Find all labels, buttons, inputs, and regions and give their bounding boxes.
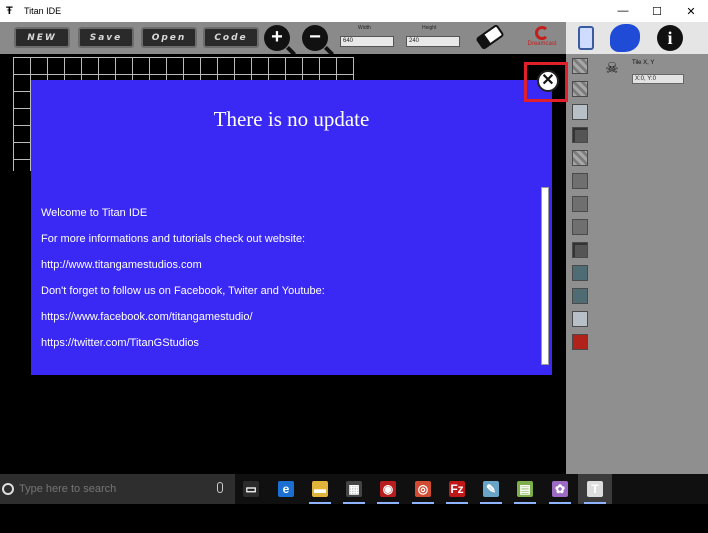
taskbar-red-app-button[interactable]: ◉ bbox=[371, 474, 405, 504]
taskbar-edge-button[interactable]: e bbox=[269, 474, 303, 504]
notepad-app-icon: ▤ bbox=[517, 481, 533, 497]
dialog-scrollbar[interactable] bbox=[541, 187, 549, 365]
new-button[interactable]: NEW bbox=[14, 27, 70, 48]
palette-tile[interactable] bbox=[572, 242, 588, 258]
palette-tile[interactable] bbox=[572, 288, 588, 304]
palette-tile[interactable] bbox=[572, 219, 588, 235]
zoom-in-icon[interactable]: + bbox=[264, 25, 290, 51]
titan-ide-icon: T bbox=[587, 481, 603, 497]
height-label: Height bbox=[422, 25, 437, 31]
cortana-icon[interactable] bbox=[2, 483, 14, 495]
eraser-icon[interactable] bbox=[474, 24, 506, 50]
save-button[interactable]: Save bbox=[78, 27, 134, 48]
palette-tile[interactable] bbox=[572, 311, 588, 327]
website-link[interactable]: http://www.titangamestudios.com bbox=[41, 252, 325, 278]
handheld-icon[interactable] bbox=[578, 26, 594, 50]
palette-tile[interactable] bbox=[572, 81, 588, 97]
open-button[interactable]: Open bbox=[141, 27, 197, 48]
tile-xy-value: X:0, Y:0 bbox=[632, 74, 684, 84]
title-bar: Ŧ Titan IDE — ☐ ✕ bbox=[0, 0, 708, 22]
close-window-button[interactable]: ✕ bbox=[674, 0, 708, 22]
taskbar-titan-ide-button[interactable]: T bbox=[578, 474, 612, 504]
twitter-link[interactable]: https://twitter.com/TitanGStudios bbox=[41, 330, 325, 356]
dialog-title: There is no update bbox=[213, 107, 370, 131]
palette-tile[interactable] bbox=[572, 334, 588, 350]
taskbar-filezilla-button[interactable]: Fz bbox=[440, 474, 474, 504]
taskbar-paint-app-button[interactable]: ✿ bbox=[543, 474, 577, 504]
palette-tile[interactable] bbox=[572, 127, 588, 143]
main-toolbar: NEW Save Open Code + − Width 640 Height … bbox=[0, 22, 566, 54]
palette-tile[interactable] bbox=[572, 58, 588, 74]
dreamcast-label: Dreamcast bbox=[527, 41, 557, 47]
edge-icon: e bbox=[278, 481, 294, 497]
filezilla-icon: Fz bbox=[449, 481, 465, 497]
palette-tile[interactable] bbox=[572, 150, 588, 166]
palette-tile[interactable] bbox=[572, 196, 588, 212]
dialog-line: For more informations and tutorials chec… bbox=[41, 233, 306, 245]
search-input[interactable] bbox=[19, 483, 209, 495]
red-app-icon: ◉ bbox=[380, 481, 396, 497]
right-header: i bbox=[566, 22, 708, 54]
taskbar-notepad-app-button[interactable]: ▤ bbox=[508, 474, 542, 504]
microphone-icon[interactable] bbox=[217, 482, 223, 493]
paint-app-icon: ✿ bbox=[552, 481, 568, 497]
file-explorer-icon: ▬ bbox=[312, 481, 328, 497]
ghost-icon: ☠ bbox=[605, 60, 619, 77]
palette-tile[interactable] bbox=[572, 265, 588, 281]
dialog-message: Welcome to Titan IDE For more informatio… bbox=[41, 200, 325, 356]
dialog-line: Welcome to Titan IDE bbox=[41, 207, 148, 219]
notebook-app-icon: ✎ bbox=[483, 481, 499, 497]
taskbar-chrome-button[interactable]: ◎ bbox=[406, 474, 440, 504]
width-label: Width bbox=[358, 25, 371, 31]
taskbar-store-button[interactable]: ▦ bbox=[337, 474, 371, 504]
sonic-icon[interactable] bbox=[610, 24, 640, 52]
palette-tile[interactable] bbox=[572, 173, 588, 189]
chrome-icon: ◎ bbox=[415, 481, 431, 497]
window-controls: — ☐ ✕ bbox=[606, 0, 708, 22]
taskbar-file-explorer-button[interactable]: ▬ bbox=[303, 474, 337, 504]
width-field[interactable]: 640 bbox=[340, 36, 394, 47]
taskbar-notebook-app-button[interactable]: ✎ bbox=[474, 474, 508, 504]
facebook-link[interactable]: https://www.facebook.com/titangamestudio… bbox=[41, 304, 325, 330]
info-icon[interactable]: i bbox=[657, 25, 683, 51]
palette-tile[interactable] bbox=[572, 104, 588, 120]
tile-palette-panel: ☠ Tile X, Y X:0, Y:0 bbox=[566, 54, 708, 474]
window-title: Titan IDE bbox=[24, 6, 62, 16]
code-button[interactable]: Code bbox=[203, 27, 259, 48]
windows-taskbar: ▭ e ▬ ▦ ◉ ◎ Fz ✎ ▤ ✿ T bbox=[0, 474, 708, 504]
tile-xy-label: Tile X, Y bbox=[632, 60, 655, 66]
taskbar-search[interactable] bbox=[0, 474, 235, 504]
dialog-line: Don't forget to follow us on Facebook, T… bbox=[41, 285, 325, 297]
taskbar-task-view-button[interactable]: ▭ bbox=[234, 474, 268, 504]
store-icon: ▦ bbox=[346, 481, 362, 497]
task-view-icon: ▭ bbox=[243, 481, 259, 497]
update-dialog: There is no update Welcome to Titan IDE … bbox=[31, 80, 552, 375]
dialog-close-icon[interactable]: ✕ bbox=[537, 70, 559, 92]
height-field[interactable]: 240 bbox=[406, 36, 460, 47]
dreamcast-button[interactable]: Dreamcast bbox=[522, 26, 562, 52]
minimize-button[interactable]: — bbox=[606, 0, 640, 22]
dreamcast-swirl-icon bbox=[535, 26, 549, 40]
maximize-button[interactable]: ☐ bbox=[640, 0, 674, 22]
titan-logo-icon: Ŧ bbox=[6, 5, 13, 17]
zoom-out-icon[interactable]: − bbox=[302, 25, 328, 51]
desktop-strip bbox=[0, 504, 708, 533]
